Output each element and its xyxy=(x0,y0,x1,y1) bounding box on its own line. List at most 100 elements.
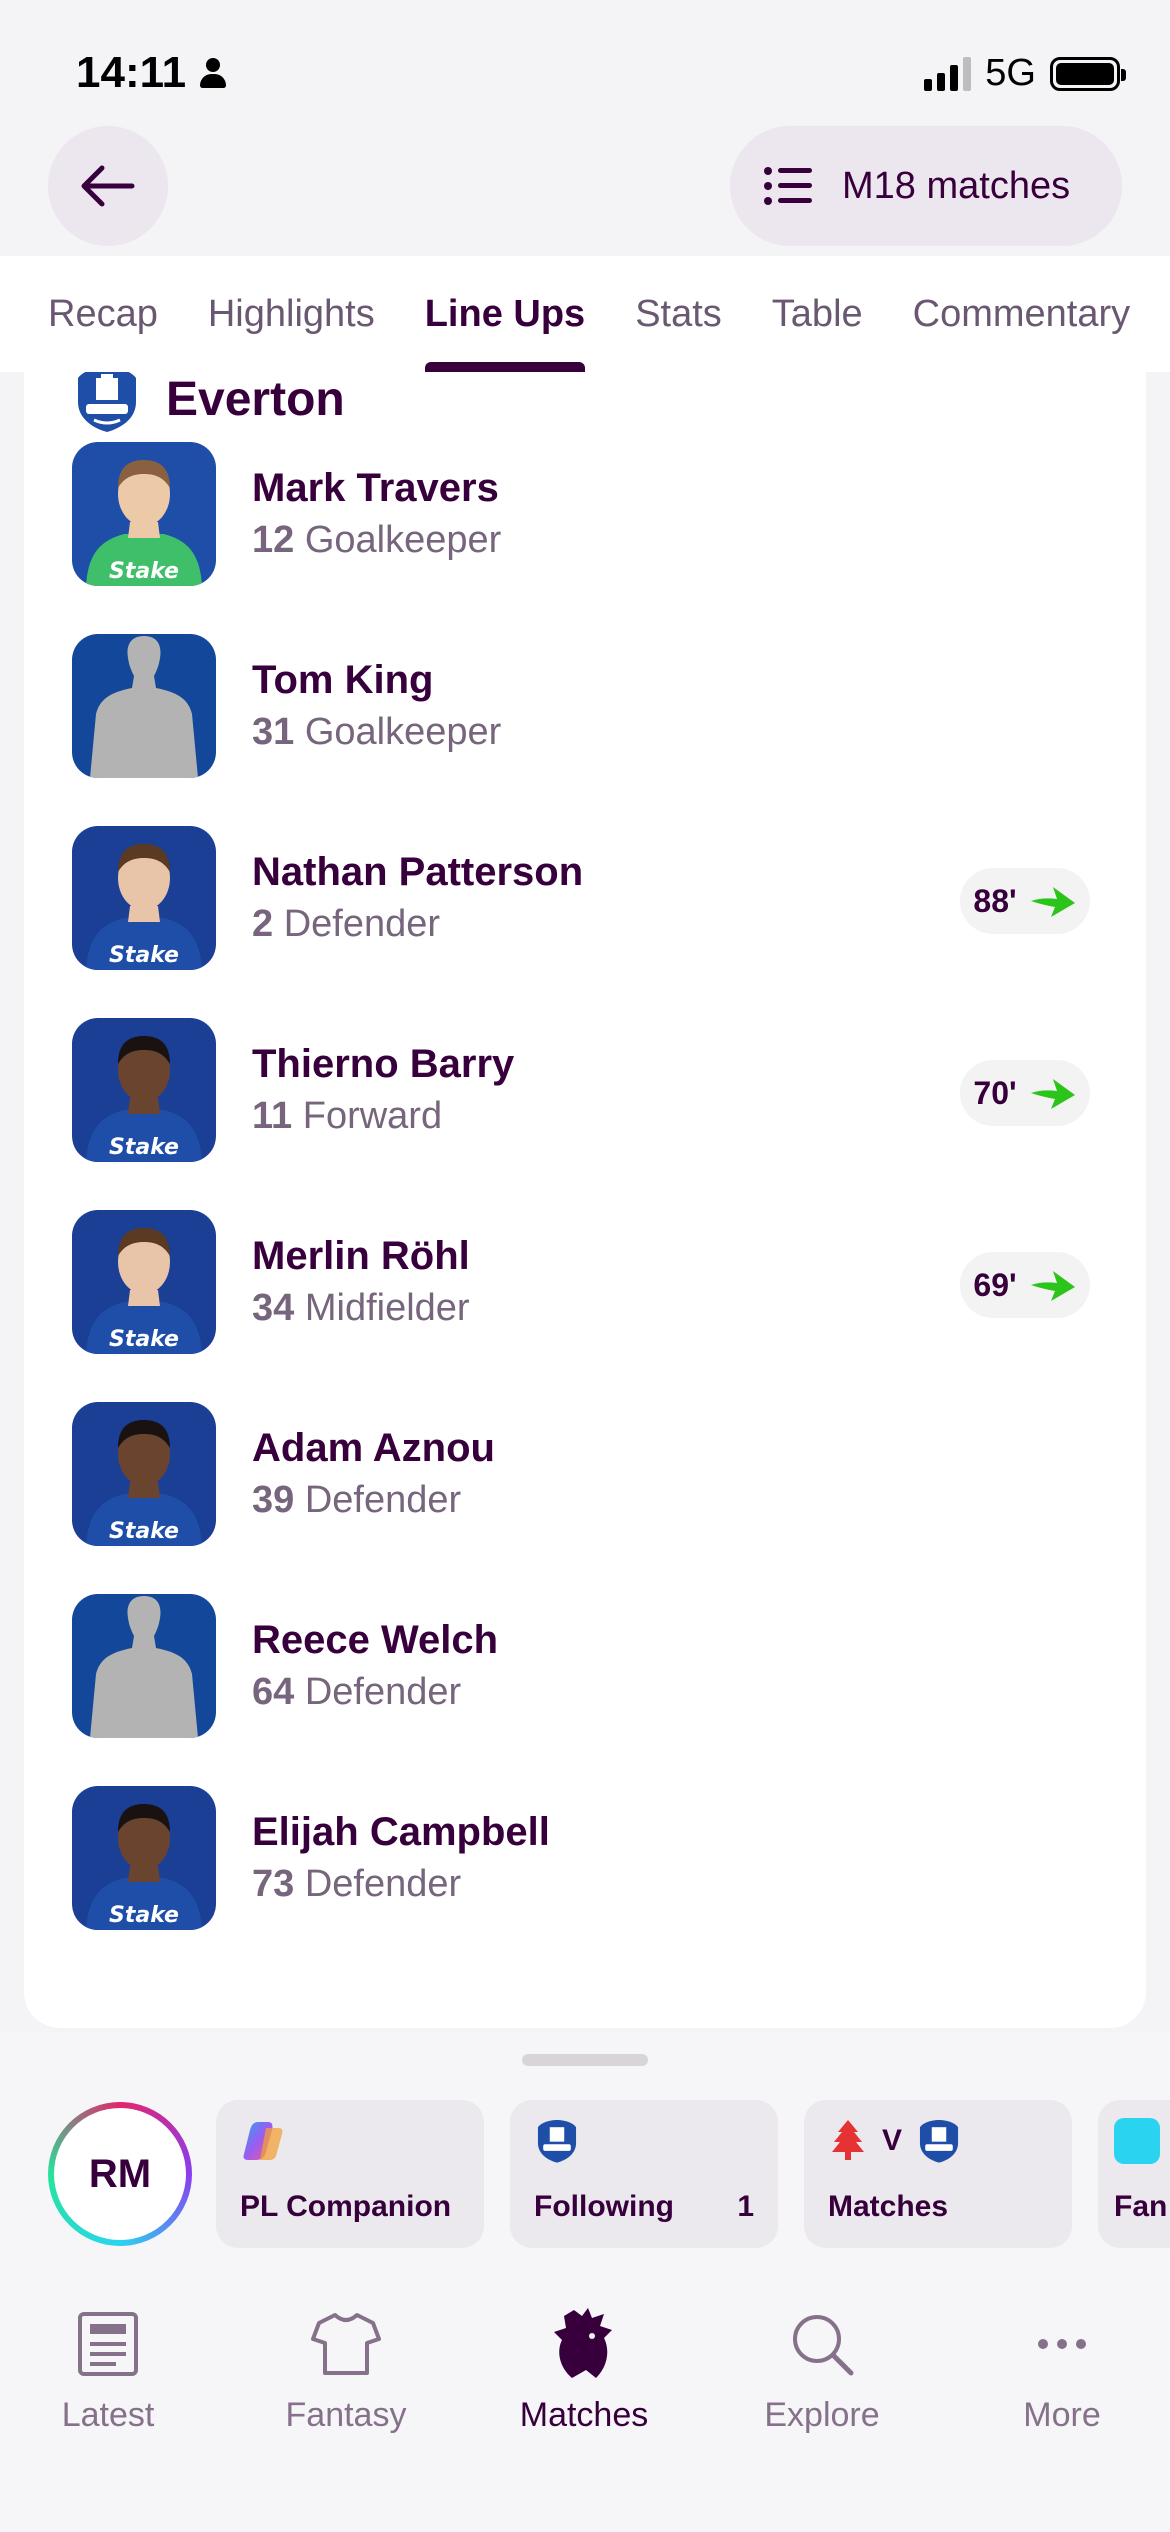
team-header: Everton xyxy=(72,372,345,434)
signal-icon xyxy=(924,56,972,91)
chip-label: Matches xyxy=(828,2190,949,2223)
svg-text:Stake: Stake xyxy=(109,1903,179,1928)
avatar[interactable]: RM xyxy=(48,2102,192,2246)
more-icon xyxy=(1038,2339,1086,2349)
everton-crest-icon xyxy=(537,2119,577,2163)
list-icon xyxy=(764,167,812,205)
status-indicators: 5G xyxy=(924,52,1126,95)
player-number: 34 xyxy=(252,1287,295,1329)
lineup-card: Everton Stake Mark Travers 12 Goalkeeper To… xyxy=(24,372,1146,2028)
player-photo: Stake xyxy=(72,442,216,586)
player-meta: 31 Goalkeeper xyxy=(252,706,501,758)
player-row[interactable]: Stake Adam Aznou 39 Defender xyxy=(72,1400,1112,1548)
chip-fan[interactable]: Fan xyxy=(1098,2100,1170,2248)
matches-list-button[interactable]: M18 matches xyxy=(730,126,1122,246)
chip-matches[interactable]: V Matches xyxy=(804,2100,1072,2248)
nav-label: Fantasy xyxy=(285,2396,407,2434)
person-icon xyxy=(198,56,228,90)
player-position: Defender xyxy=(304,1671,462,1713)
player-photo: Stake xyxy=(72,1210,216,1354)
bottom-nav: Latest Fantasy Matches Explore More xyxy=(0,2276,1170,2532)
everton-crest-icon xyxy=(919,2119,959,2163)
player-number: 31 xyxy=(252,711,295,753)
player-position: Defender xyxy=(304,1863,462,1905)
player-number: 2 xyxy=(252,903,274,945)
back-button[interactable] xyxy=(48,126,168,246)
player-position: Goalkeeper xyxy=(304,519,502,561)
lion-icon xyxy=(554,2308,612,2378)
chip-label: PL Companion xyxy=(240,2190,452,2223)
substitution-badge: 70' xyxy=(960,1060,1090,1126)
player-position: Forward xyxy=(302,1095,443,1137)
player-row[interactable]: Stake Elijah Campbell 73 Defender xyxy=(72,1784,1112,1932)
player-info: Elijah Campbell 73 Defender xyxy=(252,1806,550,1910)
nav-latest[interactable]: Latest xyxy=(8,2306,208,2435)
chip-following[interactable]: Following 1 xyxy=(510,2100,778,2248)
copilot-icon xyxy=(243,2122,283,2160)
nav-label: Matches xyxy=(519,2396,649,2434)
nav-more[interactable]: More xyxy=(962,2306,1162,2435)
nav-matches[interactable]: Matches xyxy=(484,2306,684,2435)
player-info: Nathan Patterson 2 Defender xyxy=(252,846,583,950)
substitution-minute: 88' xyxy=(973,882,1017,919)
tab-commentary[interactable]: Commentary xyxy=(913,256,1131,372)
svg-text:Stake: Stake xyxy=(109,1327,179,1352)
forest-crest-icon xyxy=(832,2120,864,2160)
player-info: Merlin Röhl 34 Midfielder xyxy=(252,1230,470,1334)
sub-on-arrow-icon xyxy=(1030,887,1075,917)
player-info: Thierno Barry 11 Forward xyxy=(252,1038,514,1142)
player-number: 73 xyxy=(252,1863,295,1905)
player-photo: Stake xyxy=(72,826,216,970)
player-row[interactable]: Stake Mark Travers 12 Goalkeeper xyxy=(72,440,1112,588)
fixture-crests: V xyxy=(828,2118,1048,2164)
player-meta: 34 Midfielder xyxy=(252,1282,470,1334)
drawer-handle[interactable] xyxy=(522,2054,648,2066)
matches-button-label: M18 matches xyxy=(842,164,1071,207)
svg-text:Stake: Stake xyxy=(109,1519,179,1544)
player-meta: 11 Forward xyxy=(252,1090,514,1142)
tab-table[interactable]: Table xyxy=(772,256,863,372)
player-row[interactable]: Stake Nathan Patterson 2 Defender 88' xyxy=(72,824,1112,972)
player-position: Defender xyxy=(304,1479,462,1521)
tab-stats[interactable]: Stats xyxy=(635,256,722,372)
versus-label: V xyxy=(882,2124,903,2157)
player-photo: Stake xyxy=(72,1018,216,1162)
tab-line-ups[interactable]: Line Ups xyxy=(424,256,586,372)
player-meta: 2 Defender xyxy=(252,898,583,950)
player-position: Goalkeeper xyxy=(304,711,502,753)
tab-recap[interactable]: Recap xyxy=(48,256,158,372)
everton-crest-icon xyxy=(78,372,136,432)
clock: 14:11 xyxy=(76,48,187,97)
player-silhouette-icon xyxy=(72,1594,216,1738)
player-photo: Stake xyxy=(72,1786,216,1930)
svg-text:Stake: Stake xyxy=(109,1135,179,1160)
player-name: Adam Aznou xyxy=(252,1426,495,1470)
player-row[interactable]: Stake Merlin Röhl 34 Midfielder 69' xyxy=(72,1208,1112,1356)
svg-text:Stake: Stake xyxy=(109,559,179,584)
player-name: Elijah Campbell xyxy=(252,1810,550,1854)
nav-label: More xyxy=(1023,2396,1101,2434)
player-row[interactable]: Reece Welch 64 Defender xyxy=(72,1592,1112,1740)
battery-icon xyxy=(1050,56,1126,91)
chip-pl-companion[interactable]: PL Companion xyxy=(216,2100,484,2248)
back-arrow-icon xyxy=(81,165,135,207)
status-bar: 14:11 5G xyxy=(0,0,1170,140)
player-photo: Stake xyxy=(72,1402,216,1546)
player-info: Tom King 31 Goalkeeper xyxy=(252,654,501,758)
chip-label: Fan xyxy=(1114,2190,1168,2223)
player-info: Reece Welch 64 Defender xyxy=(252,1614,498,1718)
search-icon xyxy=(793,2315,854,2376)
player-silhouette-icon xyxy=(72,634,216,778)
player-row[interactable]: Stake Thierno Barry 11 Forward 70' xyxy=(72,1016,1112,1164)
player-row[interactable]: Tom King 31 Goalkeeper xyxy=(72,632,1112,780)
player-meta: 64 Defender xyxy=(252,1666,498,1718)
substitution-badge: 88' xyxy=(960,868,1090,934)
nav-explore[interactable]: Explore xyxy=(722,2306,922,2435)
tab-highlights[interactable]: Highlights xyxy=(208,256,375,372)
nav-fantasy[interactable]: Fantasy xyxy=(246,2306,446,2435)
substitution-minute: 70' xyxy=(973,1074,1017,1111)
sub-on-arrow-icon xyxy=(1030,1079,1075,1109)
substitution-minute: 69' xyxy=(973,1266,1017,1303)
match-tabs: Recap Highlights Line Ups Stats Table Co… xyxy=(0,256,1170,372)
player-name: Merlin Röhl xyxy=(252,1234,470,1278)
